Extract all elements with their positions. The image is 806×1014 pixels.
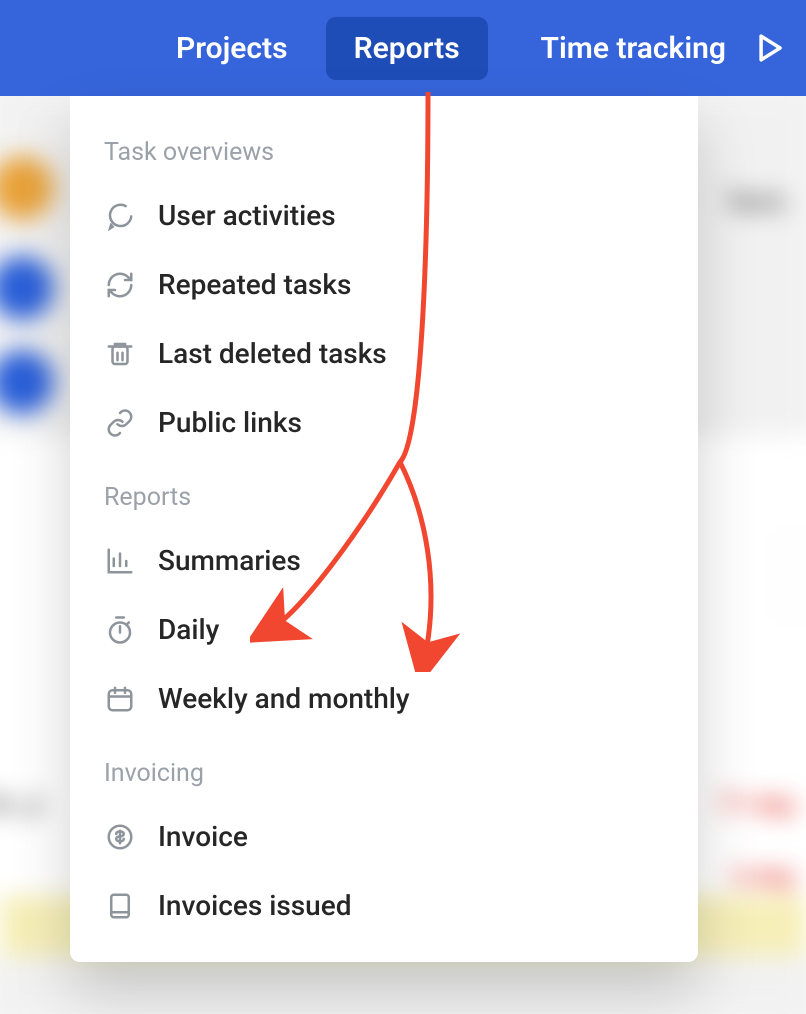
- menu-label: Invoices issued: [158, 889, 352, 922]
- trash-icon: [104, 338, 136, 370]
- menu-weekly-monthly[interactable]: Weekly and monthly: [70, 664, 698, 733]
- play-icon[interactable]: [750, 29, 788, 67]
- book-icon: [104, 890, 136, 922]
- menu-public-links[interactable]: Public links: [70, 388, 698, 457]
- refresh-icon: [104, 269, 136, 301]
- bg-overdue-2: 6 day: [733, 862, 796, 892]
- menu-label: Public links: [158, 406, 302, 439]
- bg-overdue-1: 71 day: [719, 790, 797, 820]
- nav-projects[interactable]: Projects: [148, 17, 316, 80]
- bg-partial-text: hers: [728, 184, 786, 219]
- menu-label: Daily: [158, 613, 219, 646]
- nav-time-tracking[interactable]: Time tracking: [527, 17, 740, 80]
- reports-dropdown: Task overviews User activities Repeated …: [70, 96, 698, 962]
- menu-user-activities[interactable]: User activities: [70, 181, 698, 250]
- bg-partial-text-left: ok, p: [0, 786, 43, 821]
- menu-label: User activities: [158, 199, 336, 232]
- calendar-icon: [104, 683, 136, 715]
- menu-label: Last deleted tasks: [158, 337, 387, 370]
- menu-invoice[interactable]: Invoice: [70, 802, 698, 871]
- stopwatch-icon: [104, 614, 136, 646]
- menu-label: Summaries: [158, 544, 301, 577]
- section-invoicing: Invoicing: [70, 733, 698, 802]
- menu-invoices-issued[interactable]: Invoices issued: [70, 871, 698, 940]
- link-icon: [104, 407, 136, 439]
- top-nav: Projects Reports Time tracking: [0, 0, 806, 96]
- menu-label: Repeated tasks: [158, 268, 351, 301]
- bar-chart-icon: [104, 545, 136, 577]
- menu-label: Invoice: [158, 820, 248, 853]
- nav-reports[interactable]: Reports: [326, 17, 488, 80]
- section-reports: Reports: [70, 457, 698, 526]
- chat-icon: [104, 200, 136, 232]
- menu-repeated-tasks[interactable]: Repeated tasks: [70, 250, 698, 319]
- menu-last-deleted-tasks[interactable]: Last deleted tasks: [70, 319, 698, 388]
- dollar-circle-icon: [104, 821, 136, 853]
- menu-label: Weekly and monthly: [158, 682, 410, 715]
- menu-daily[interactable]: Daily: [70, 595, 698, 664]
- section-task-overviews: Task overviews: [70, 130, 698, 181]
- menu-summaries[interactable]: Summaries: [70, 526, 698, 595]
